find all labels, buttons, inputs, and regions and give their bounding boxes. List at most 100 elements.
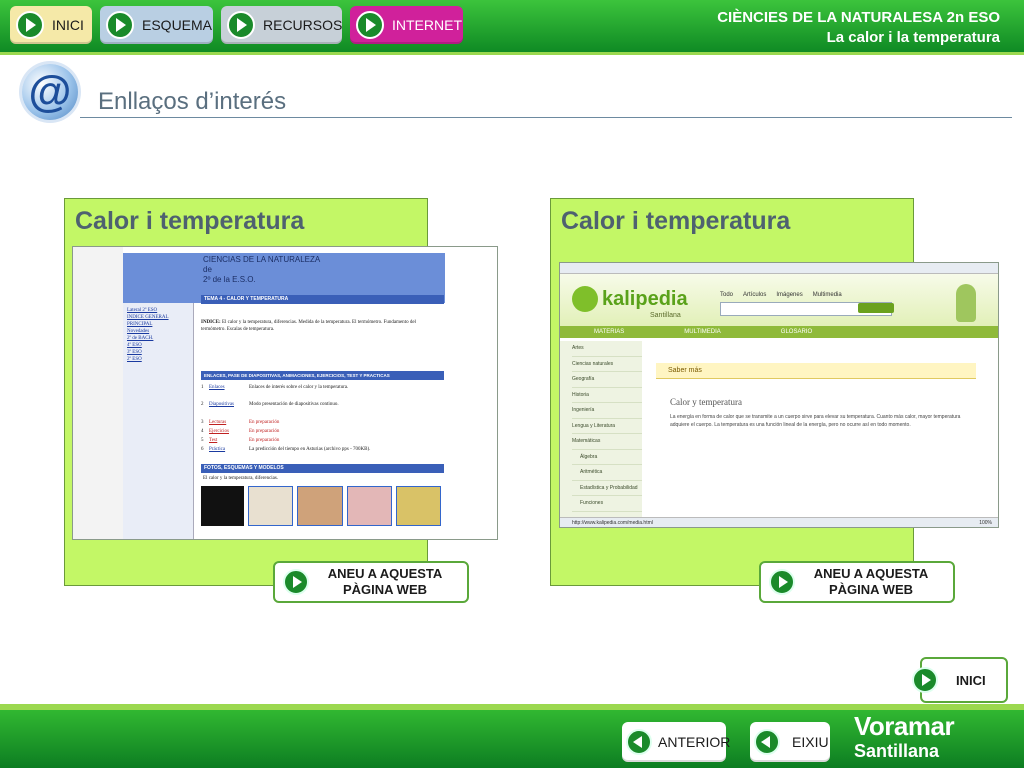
- kalipedia-sub: Santillana: [650, 312, 681, 319]
- search-tab[interactable]: Artículos: [743, 292, 766, 298]
- kalipedia-sidebar: Artes Ciencias naturales Geografía Historia…: [560, 341, 642, 517]
- side-link[interactable]: Lateral 2º ESO: [127, 307, 189, 314]
- search-tab[interactable]: Imágenes: [776, 292, 802, 298]
- back-arrow-icon: [626, 729, 652, 755]
- side-link[interactable]: 3º ESO: [127, 349, 189, 356]
- nav-recursos-button[interactable]: RECURSOS: [221, 6, 342, 44]
- voramar-logo: Voramar Santillana: [854, 711, 955, 762]
- thumbnail: [297, 486, 343, 526]
- indice-label: INDICE:: [201, 320, 221, 325]
- browser-statusbar: http://www.kalipedia.com/media.html 100%: [560, 517, 998, 527]
- article-text: La energía en forma de calor que se tran…: [670, 414, 961, 428]
- tema-bar: TEMA 4 - CALOR Y TEMPERATURA: [201, 295, 444, 304]
- exit-label: EIXIU: [792, 734, 829, 750]
- sidebar-item[interactable]: Artes: [572, 341, 642, 357]
- side-link[interactable]: Novedades: [127, 328, 189, 335]
- play-icon: [16, 11, 44, 39]
- site-heading-line: 2º de la E.S.O.: [203, 275, 256, 284]
- kalipedia-logo-icon: [572, 286, 598, 312]
- topic-title: La calor i la temperatura: [826, 29, 1000, 46]
- fotos-bar: FOTOS, ESQUEMAS Y MODELOS: [201, 464, 444, 473]
- sidebar-item[interactable]: Ingeniería: [572, 403, 642, 419]
- link-panel-2: Calor i temperatura kalipedia Santillana…: [550, 198, 999, 586]
- open-website-button-2[interactable]: ANEU A AQUESTA PÀGINA WEB: [759, 561, 955, 603]
- panel-title: Calor i temperatura: [75, 207, 305, 235]
- menu-item[interactable]: MATERIAS: [594, 326, 624, 338]
- play-icon: [769, 569, 795, 595]
- link-panel-1: Calor i temperatura CIENCIAS DE LA NATUR…: [64, 198, 498, 586]
- exit-button[interactable]: EIXIU: [750, 722, 830, 762]
- mascot-icon: [956, 284, 976, 322]
- play-icon: [106, 11, 134, 39]
- row-text: En preparación: [249, 438, 280, 443]
- row-text: En preparación: [249, 429, 280, 434]
- home-button[interactable]: INICI: [912, 657, 1008, 703]
- open-website-label: ANEU A AQUESTA PÀGINA WEB: [795, 566, 953, 598]
- row-text: Enlaces de interés sobre el calor y la t…: [249, 385, 349, 390]
- thumbnail: [201, 486, 245, 526]
- row-link[interactable]: Lecturas: [209, 418, 249, 427]
- sidebar-item[interactable]: Matemáticas: [572, 434, 642, 450]
- back-arrow-icon: [754, 729, 780, 755]
- row-text: Modo presentación de diapositivas contin…: [249, 402, 339, 407]
- zoom-level: 100%: [979, 520, 992, 526]
- at-sign-icon: @: [22, 64, 78, 120]
- site-heading-line: CIENCIAS DE LA NATURALEZA: [203, 255, 321, 264]
- nav-internet-label: INTERNET: [392, 17, 462, 33]
- open-website-line1: ANEU A AQUESTA: [813, 566, 929, 581]
- sidebar-item[interactable]: Álgebra: [572, 450, 642, 465]
- side-link[interactable]: PRINCIPAL: [127, 321, 189, 328]
- site-heading-line: de: [203, 265, 212, 274]
- menu-item[interactable]: MULTIMEDIA: [684, 326, 721, 338]
- thumbnail: [395, 486, 442, 526]
- kalipedia-brand: kalipedia: [602, 288, 688, 310]
- row-link[interactable]: Diapositivas: [209, 392, 249, 418]
- indice-text: INDICE: El calor y la temperatura, difer…: [201, 319, 439, 333]
- nav-esquema-button[interactable]: ESQUEMA: [100, 6, 213, 44]
- side-link[interactable]: 4º ESO: [127, 342, 189, 349]
- sidebar-item[interactable]: Lengua y Literatura: [572, 419, 642, 434]
- sidebar-item[interactable]: Ciencias naturales: [572, 357, 642, 372]
- row-link[interactable]: Ejercicios: [209, 427, 249, 436]
- nav-internet-button[interactable]: INTERNET: [350, 6, 463, 44]
- open-website-line2: PÀGINA WEB: [828, 582, 914, 597]
- title-divider: [80, 117, 1012, 118]
- search-tab[interactable]: Multimedia: [813, 292, 842, 298]
- row-link[interactable]: Práctica: [209, 445, 249, 454]
- website-screenshot-1: CIENCIAS DE LA NATURALEZA de 2º de la E.…: [72, 246, 498, 540]
- kalipedia-article: Saber más Calor y temperatura La energía…: [646, 341, 994, 517]
- top-bar-stripe: [0, 52, 1024, 55]
- sidebar-item[interactable]: Historia: [572, 388, 642, 403]
- side-link[interactable]: 2º de BACH.: [127, 335, 189, 342]
- sidebar-item[interactable]: Estadística y Probabilidad: [572, 481, 642, 496]
- menu-item[interactable]: GLOSARIO: [781, 326, 812, 338]
- resource-row: 6 Práctica La predicción del tiempo en Ast…: [201, 445, 441, 454]
- brand-line1: Voramar: [854, 711, 955, 741]
- search-button[interactable]: [858, 303, 894, 313]
- row-number: 1: [201, 385, 204, 390]
- website-screenshot-2: kalipedia Santillana Todo Artículos Imágen…: [559, 262, 999, 528]
- resource-row: 4 Ejercicios En preparación: [201, 427, 441, 436]
- nav-inici-button[interactable]: INICI: [10, 6, 92, 44]
- search-tabs: Todo Artículos Imágenes Multimedia: [720, 292, 842, 298]
- previous-button[interactable]: ANTERIOR: [622, 722, 730, 762]
- play-icon: [283, 569, 309, 595]
- side-link[interactable]: 2º ESO: [127, 356, 189, 363]
- article-title: Calor y temperatura: [670, 397, 742, 407]
- resource-row: 5 Test En preparación: [201, 436, 441, 445]
- sidebar-item[interactable]: Funciones: [572, 496, 642, 512]
- status-url: http://www.kalipedia.com/media.html: [572, 520, 653, 526]
- kalipedia-menu: MATERIAS MULTIMEDIA GLOSARIO: [560, 326, 998, 338]
- indice-body: El calor y la temperatura, diferencias. …: [201, 320, 416, 332]
- previous-label: ANTERIOR: [658, 734, 731, 750]
- search-tab[interactable]: Todo: [720, 292, 733, 298]
- side-link[interactable]: INDICE GENERAL: [127, 314, 189, 321]
- row-number: 2: [201, 402, 204, 407]
- thumbnail-strip: [201, 486, 442, 526]
- kalipedia-header: kalipedia Santillana Todo Artículos Imágen…: [560, 274, 998, 326]
- open-website-button-1[interactable]: ANEU A AQUESTA PÀGINA WEB: [273, 561, 469, 603]
- row-link[interactable]: Enlaces: [209, 383, 249, 392]
- sidebar-item[interactable]: Aritmética: [572, 465, 642, 481]
- row-link[interactable]: Test: [209, 436, 249, 445]
- sidebar-item[interactable]: Geografía: [572, 372, 642, 388]
